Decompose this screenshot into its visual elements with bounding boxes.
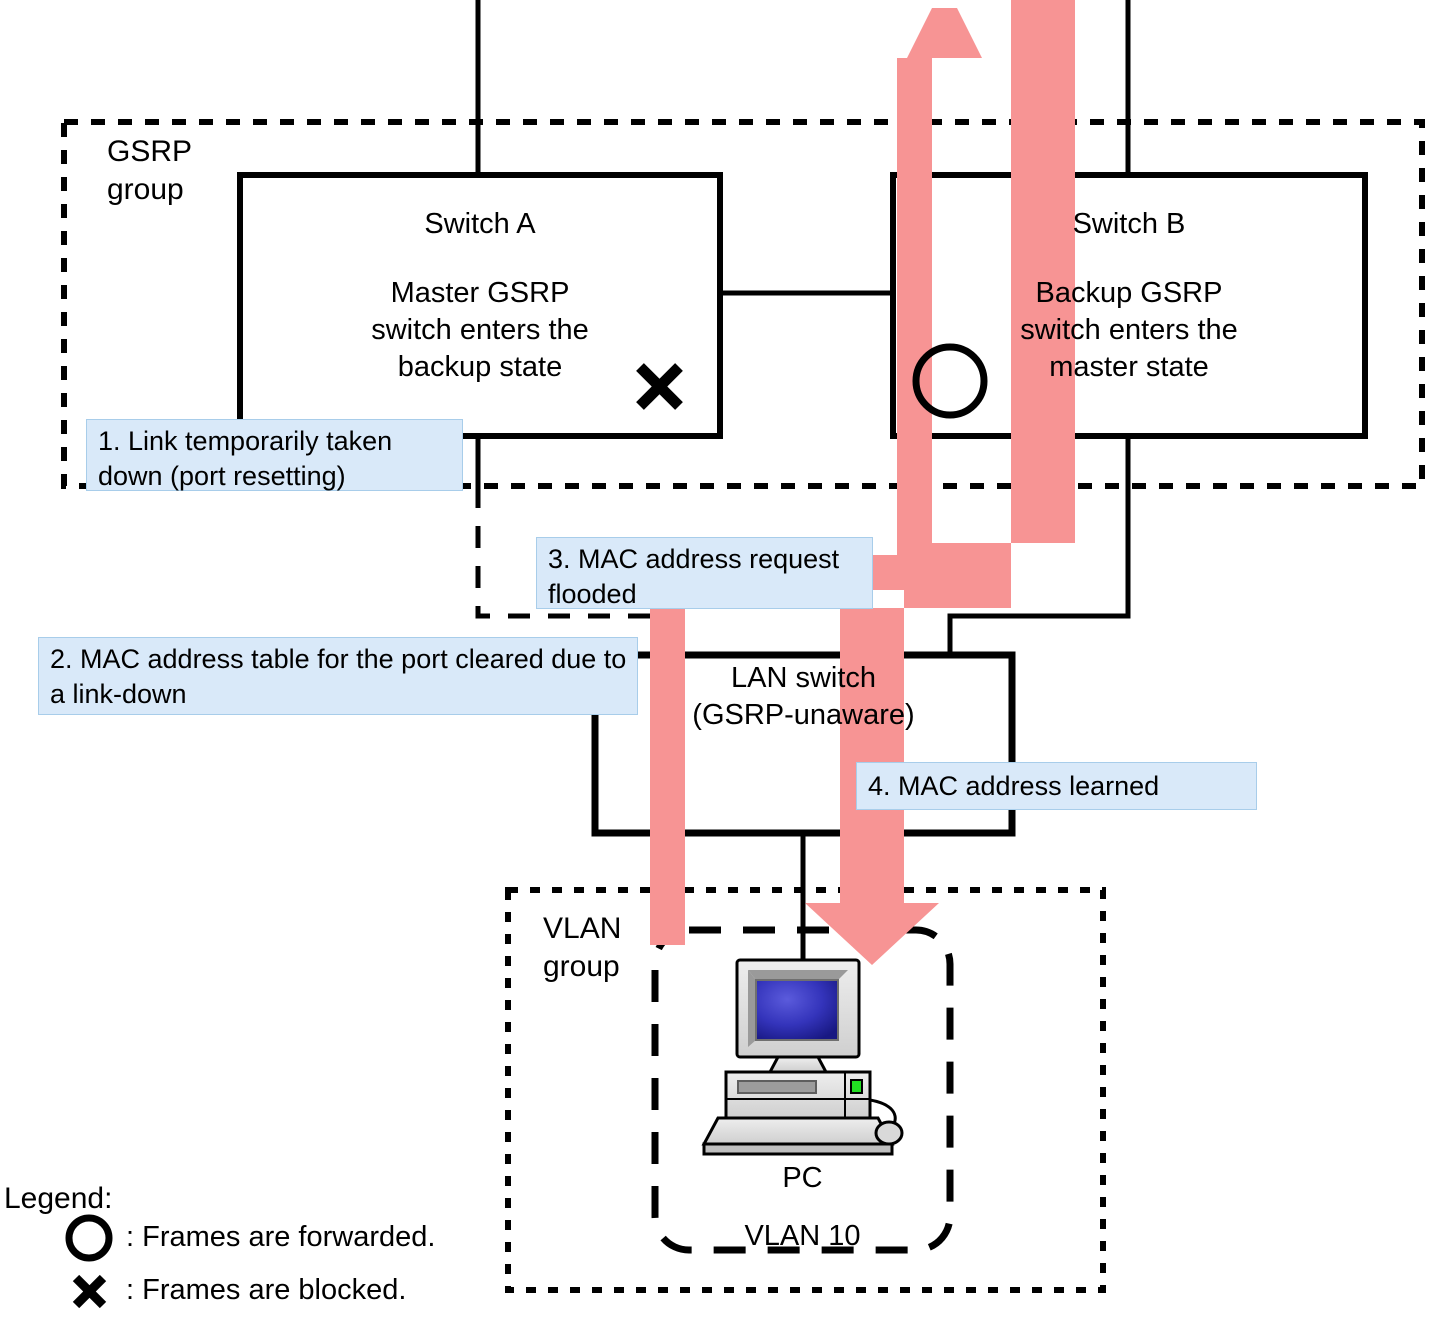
callout-1-link-down: 1. Link temporarily taken down (port res… [86, 419, 463, 491]
callout-4-mac-address-learned: 4. MAC address learned [856, 762, 1257, 810]
legend-blocked-text: : Frames are blocked. [126, 1274, 407, 1306]
legend-forwarded-text: : Frames are forwarded. [126, 1221, 436, 1253]
legend-cross-icon [72, 1274, 107, 1309]
callout-2-mac-table-cleared: 2. MAC address table for the port cleare… [38, 637, 638, 715]
callout-3-mac-request-flooded: 3. MAC address request flooded [536, 537, 873, 609]
diagram-canvas: GSRP group Switch A Master GSRP switch e… [0, 0, 1431, 1328]
legend-circle-icon [65, 1214, 113, 1262]
